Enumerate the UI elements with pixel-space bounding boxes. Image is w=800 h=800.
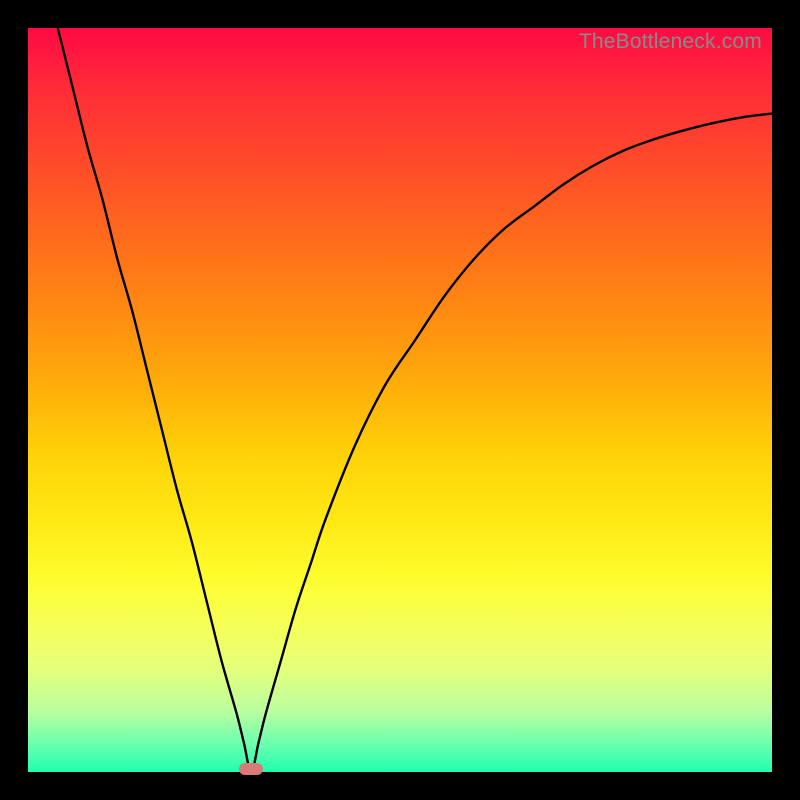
curve-svg — [28, 28, 772, 772]
plot-area: TheBottleneck.com — [28, 28, 772, 772]
chart-frame: TheBottleneck.com — [0, 0, 800, 800]
curve-path — [58, 28, 772, 772]
min-marker — [239, 763, 263, 775]
